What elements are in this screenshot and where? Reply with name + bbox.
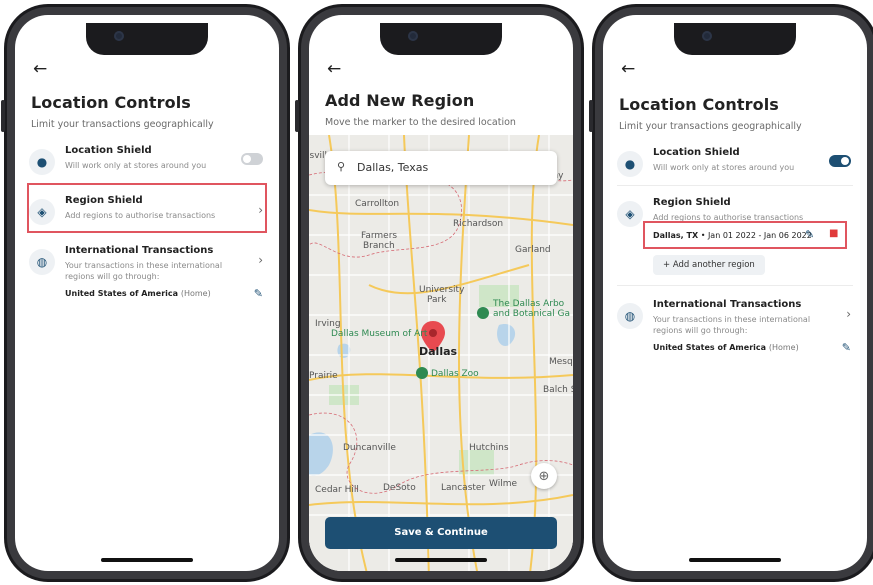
location-pin-icon: ● [29,149,55,175]
location-controls-screen: ← Location Controls Limit your transacti… [15,15,279,571]
map-label: Irving [315,319,341,329]
map-label: Balch Spring [543,385,573,395]
international-title: International Transactions [653,299,802,310]
map-label: DeSoto [383,483,416,493]
international-desc-line2: regions will go through: [653,326,748,335]
highlight-box [27,183,267,233]
map-label: Lancaster [441,483,486,493]
phone-frame-3: ← Location Controls Limit your transacti… [589,4,873,582]
map-view[interactable]: isvill rphy Carrollton Farmers Branch Ri… [309,135,573,571]
home-country: United States of America (Home) [65,289,211,298]
add-region-button[interactable]: + Add another region [653,255,765,275]
back-arrow-icon[interactable]: ← [327,59,341,79]
location-shield-toggle[interactable] [829,155,851,167]
location-controls-updated-screen: ← Location Controls Limit your transacti… [603,15,867,571]
page-subtitle: Move the marker to the desired location [325,117,516,128]
page-subtitle: Limit your transactions geographically [619,121,802,132]
chevron-right-icon: › [846,307,851,321]
map-label: Duncanville [343,443,396,453]
page-title: Location Controls [619,95,779,114]
map-label: Branch [363,241,395,251]
map-label: Dallas Zoo [431,369,479,379]
compass-icon: ◈ [617,201,643,227]
save-continue-button[interactable]: Save & Continue [325,517,557,549]
edit-pencil-icon[interactable]: ✎ [254,287,263,300]
add-region-screen: ← Add New Region Move the marker to the … [309,15,573,571]
map-label: Wilme [489,479,518,489]
search-input[interactable]: Dallas, Texas [357,161,428,174]
map-label: Mesq [549,357,573,367]
location-shield-row[interactable]: ● Location Shield Will work only at stor… [617,147,853,181]
edit-pencil-icon[interactable]: ✎ [842,341,851,354]
map-label: and Botanical Ga [493,309,571,319]
globe-icon: ◍ [617,303,643,329]
international-row[interactable]: ◍ International Transactions Your transa… [29,245,265,315]
map-label: Farmers [361,231,398,241]
map-label: The Dallas Arbo [493,299,565,309]
phone-frame-1: ← Location Controls Limit your transacti… [1,4,290,582]
map-label: Park [427,295,447,305]
home-country: United States of America (Home) [653,343,799,352]
map-label: Garland [515,245,551,255]
map-label: Carrollton [355,199,400,209]
international-desc-line1: Your transactions in these international [65,261,223,270]
page-subtitle: Limit your transactions geographically [31,119,214,130]
home-indicator [689,558,781,562]
location-shield-title: Location Shield [653,147,740,158]
map-label: Prairie [309,371,338,381]
international-desc-line1: Your transactions in these international [653,315,811,324]
location-shield-desc: Will work only at stores around you [65,161,207,170]
crosshair-icon: ⊕ [538,468,550,484]
location-shield-desc: Will work only at stores around you [653,163,795,172]
phone-frame-2: ← Add New Region Move the marker to the … [295,4,584,582]
home-indicator [101,558,193,562]
search-bar[interactable]: ⚲ Dallas, Texas [325,151,557,185]
map-label: Richardson [453,219,504,229]
map-label: Dallas Museum of Art [331,329,428,339]
location-shield-row[interactable]: ● Location Shield Will work only at stor… [29,145,265,179]
page-title: Add New Region [325,91,475,110]
map-label: University [419,285,465,295]
back-arrow-icon[interactable]: ← [621,59,635,79]
map-label: Hutchins [469,443,509,453]
international-row[interactable]: ◍ International Transactions Your transa… [617,299,853,369]
highlight-box [643,221,847,249]
map-label: Cedar Hill [315,485,359,495]
search-icon: ⚲ [337,160,346,173]
location-pin-icon: ● [617,151,643,177]
globe-icon: ◍ [29,249,55,275]
chevron-right-icon: › [258,253,263,267]
location-shield-title: Location Shield [65,145,152,156]
international-title: International Transactions [65,245,214,256]
locate-me-button[interactable]: ⊕ [531,463,557,489]
map-label: Dallas [419,345,458,358]
home-indicator [395,558,487,562]
page-title: Location Controls [31,93,191,112]
back-arrow-icon[interactable]: ← [33,59,47,79]
international-desc-line2: regions will go through: [65,272,160,281]
region-shield-title: Region Shield [653,197,731,208]
location-shield-toggle[interactable] [241,153,263,165]
